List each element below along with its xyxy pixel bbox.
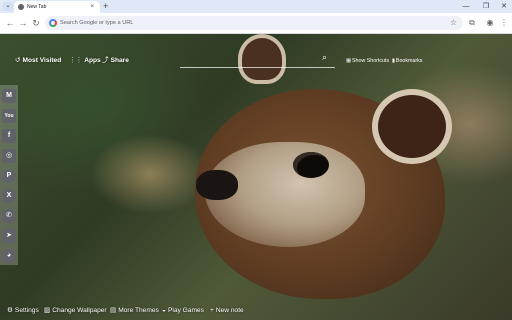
telegram-icon[interactable]: ➤ [2,229,16,243]
tab-title: New Tab [27,4,47,10]
settings-button[interactable]: ⚙ Settings [7,306,39,315]
show-shortcuts-button[interactable]: ▦Show Shortcuts [346,58,389,65]
extensions-icon[interactable]: ⧉ [466,17,478,29]
history-icon: ↺ [15,57,21,64]
wallpaper-ferret-ear-left [238,34,286,84]
show-shortcuts-label: Show Shortcuts [352,58,390,64]
change-wallpaper-button[interactable]: ▨ Change Wallpaper [44,306,107,315]
social-sidebar: M You f ◎ P X ✆ ➤ ◕ [0,85,18,265]
settings-label: Settings [14,307,39,314]
new-note-label: New note [215,307,244,314]
close-window-button[interactable]: ✕ [498,1,510,12]
new-tab-page: ↺ Most Visited ⋮⋮ Apps ⤴ Share ⌕ ▦Show Shor… [0,34,512,320]
google-icon [49,19,57,27]
most-visited-button[interactable]: ↺ Most Visited [15,56,61,65]
more-themes-button[interactable]: ▤ More Themes [110,306,159,315]
pinterest-icon[interactable]: P [2,169,16,183]
tab-new-tab[interactable]: New Tab × [14,1,100,13]
whatsapp-icon[interactable]: ✆ [2,209,16,223]
reload-button[interactable]: ↻ [30,17,42,29]
wallpaper-ferret-eye [293,152,329,178]
instagram-icon[interactable]: ◎ [2,149,16,163]
plus-icon: + [210,307,214,314]
apps-label: Apps [84,57,101,64]
x-twitter-icon[interactable]: X [2,189,16,203]
bookmark-icon: ▮ [392,58,395,64]
browser-toolbar: ← → ↻ ☆ ⧉ ◉ ⋮ [0,13,512,34]
chrome-menu-icon[interactable]: ⋮ [498,17,510,29]
share-label: Share [110,57,129,64]
gmail-icon[interactable]: M [2,89,16,103]
gear-icon: ⚙ [7,307,13,314]
reddit-icon[interactable]: ◕ [2,249,16,263]
youtube-icon[interactable]: You [2,109,16,123]
share-icon: ⤴ [102,57,109,64]
wallpaper-ferret-nose [196,170,238,200]
tab-strip: ⌄ New Tab × + — ❐ ✕ [0,0,512,13]
search-icon[interactable]: ⌕ [322,52,327,62]
back-button[interactable]: ← [4,17,16,29]
facebook-icon[interactable]: f [2,129,16,143]
themes-icon: ▤ [110,307,117,314]
play-games-button[interactable]: ◒ Play Games [162,306,204,315]
share-button[interactable]: ⤴ Share [102,56,129,65]
gamepad-icon: ◒ [162,307,166,314]
bottom-bar: ⚙ Settings ▨ Change Wallpaper ▤ More Themes… [0,302,512,320]
forward-button[interactable]: → [17,17,29,29]
ntp-search-field[interactable] [180,67,335,68]
play-games-label: Play Games [167,307,204,314]
bookmark-star-icon[interactable]: ☆ [450,18,457,28]
new-tab-favicon-icon [18,4,24,10]
apps-button[interactable]: ⋮⋮ Apps [69,56,101,65]
new-note-button[interactable]: + New note [210,306,244,315]
wallpaper-icon: ▨ [44,307,51,314]
change-wallpaper-label: Change Wallpaper [52,307,107,314]
maximize-button[interactable]: ❐ [480,1,492,12]
minimize-button[interactable]: — [460,1,472,12]
shortcuts-icon: ▦ [346,58,352,64]
apps-grid-icon: ⋮⋮ [69,57,83,64]
wallpaper-ferret-ear-right [372,89,452,164]
address-bar[interactable]: ☆ [45,16,463,30]
tab-close-icon[interactable]: × [90,3,94,11]
new-tab-button[interactable]: + [103,1,108,12]
most-visited-label: Most Visited [22,57,62,64]
profile-icon[interactable]: ◉ [484,17,496,29]
bookmarks-label: Bookmarks [395,58,423,64]
address-input[interactable] [60,18,420,28]
tab-search-button[interactable]: ⌄ [3,2,13,11]
more-themes-label: More Themes [118,307,159,314]
bookmarks-button[interactable]: ▮Bookmarks [392,58,422,65]
